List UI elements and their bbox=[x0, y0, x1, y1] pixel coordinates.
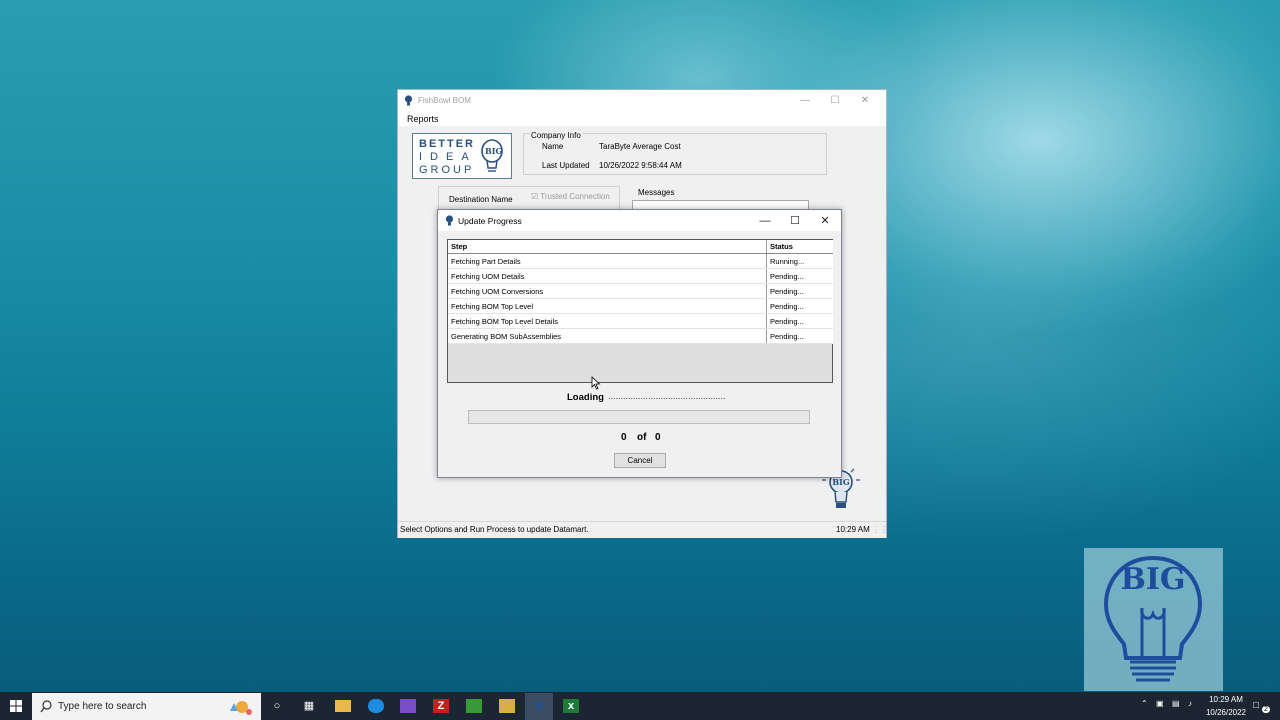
status-cell: Pending... bbox=[766, 313, 833, 329]
lightbulb-logo-icon bbox=[481, 139, 503, 172]
search-highlight-icon bbox=[230, 701, 252, 715]
notepad-icon[interactable] bbox=[466, 699, 482, 713]
visual-studio-icon[interactable] bbox=[400, 699, 416, 713]
resize-grip-icon[interactable]: ⋮⋮ bbox=[872, 525, 888, 534]
dialog-maximize-button[interactable]: ☐ bbox=[780, 212, 810, 230]
step-cell: Fetching Part Details bbox=[448, 253, 767, 269]
clock-date[interactable]: 10/26/2022 bbox=[1203, 708, 1249, 717]
mouse-cursor-icon bbox=[591, 376, 601, 390]
company-name-label: Name bbox=[542, 142, 564, 151]
battery-icon[interactable]: ▤ bbox=[1172, 699, 1180, 708]
dialog-title-bar[interactable]: Update Progress — ☐ ✕ bbox=[438, 210, 841, 231]
status-cell: Running... bbox=[766, 253, 833, 269]
volume-icon[interactable]: ♪ bbox=[1188, 699, 1192, 708]
excel-icon[interactable]: x bbox=[563, 699, 579, 713]
table-row[interactable]: Fetching BOM Top Level Details Pending... bbox=[448, 313, 833, 329]
fishbowl-bom-taskbar-button[interactable] bbox=[525, 693, 553, 720]
logo-line-2: IDEA bbox=[419, 151, 477, 163]
step-cell: Fetching BOM Top Level bbox=[448, 298, 767, 314]
table-row[interactable]: Fetching BOM Top Level Pending... bbox=[448, 298, 833, 314]
filezilla-icon[interactable]: Z bbox=[433, 699, 449, 713]
cortana-icon[interactable]: ○ bbox=[269, 699, 285, 713]
grid-header-row: Step Status bbox=[448, 240, 833, 254]
lightbulb-icon bbox=[404, 95, 413, 106]
menu-bar: Reports bbox=[398, 112, 886, 126]
logo-line-3: GROUP bbox=[419, 164, 475, 176]
status-cell: Pending... bbox=[766, 283, 833, 299]
count-current: 0 bbox=[621, 432, 627, 443]
count-total: 0 bbox=[655, 432, 661, 443]
loading-text: Loading bbox=[567, 392, 604, 403]
messages-label: Messages bbox=[638, 188, 675, 197]
dialog-title: Update Progress bbox=[458, 216, 522, 226]
column-header-step[interactable]: Step bbox=[448, 240, 767, 254]
windows-start-icon[interactable] bbox=[10, 700, 22, 712]
status-time: 10:29 AM bbox=[836, 525, 870, 534]
table-row[interactable]: Generating BOM SubAssemblies Pending... bbox=[448, 328, 833, 344]
main-window-title: FishBowl BOM bbox=[418, 96, 471, 105]
lightbulb-icon bbox=[445, 215, 454, 226]
table-row[interactable]: Fetching Part Details Running... bbox=[448, 253, 833, 269]
company-info-legend: Company Info bbox=[530, 131, 582, 140]
svg-text:BIG: BIG bbox=[832, 477, 850, 487]
table-row[interactable]: Fetching UOM Conversions Pending... bbox=[448, 283, 833, 299]
dialog-minimize-button[interactable]: — bbox=[750, 212, 780, 230]
status-text: Select Options and Run Process to update… bbox=[400, 525, 589, 534]
notification-center-icon[interactable]: □ bbox=[1253, 700, 1259, 711]
file-explorer-icon[interactable] bbox=[335, 700, 351, 712]
company-info-group: Company Info Name TaraByte Average Cost … bbox=[523, 131, 827, 175]
network-icon[interactable]: ▣ bbox=[1156, 699, 1164, 708]
status-cell: Pending... bbox=[766, 298, 833, 314]
notification-count-badge: 2 bbox=[1262, 706, 1270, 713]
big-watermark-text: BIG bbox=[1120, 562, 1186, 597]
better-idea-group-logo: BETTER IDEA GROUP BIG bbox=[412, 133, 512, 179]
lightbulb-icon bbox=[535, 700, 543, 712]
loading-dots: ........................................… bbox=[608, 391, 726, 401]
step-cell: Fetching UOM Conversions bbox=[448, 283, 767, 299]
status-bar: Select Options and Run Process to update… bbox=[398, 521, 888, 538]
big-watermark-logo: BIG bbox=[1084, 548, 1223, 691]
taskbar-search-box[interactable]: Type here to search bbox=[32, 693, 261, 720]
step-cell: Fetching UOM Details bbox=[448, 268, 767, 284]
maximize-button[interactable]: ☐ bbox=[820, 92, 850, 110]
menu-reports[interactable]: Reports bbox=[407, 114, 439, 124]
cancel-button[interactable]: Cancel bbox=[614, 453, 666, 468]
trusted-connection-label: Trusted Connection bbox=[540, 192, 610, 201]
logo-badge: BIG bbox=[485, 146, 503, 156]
count-of: of bbox=[637, 432, 647, 443]
step-cell: Fetching BOM Top Level Details bbox=[448, 313, 767, 329]
task-view-icon[interactable]: ▦ bbox=[301, 699, 317, 713]
logo-line-1: BETTER bbox=[419, 138, 475, 150]
progress-bar bbox=[468, 410, 810, 424]
company-name-value: TaraByte Average Cost bbox=[599, 142, 681, 151]
last-updated-label: Last Updated bbox=[542, 161, 590, 170]
main-title-bar[interactable]: FishBowl BOM — ☐ ✕ bbox=[398, 90, 886, 112]
destination-name-label: Destination Name bbox=[449, 195, 513, 204]
steps-grid[interactable]: Step Status Fetching Part Details Running… bbox=[447, 239, 833, 383]
search-placeholder: Type here to search bbox=[58, 701, 147, 712]
search-icon bbox=[40, 700, 52, 713]
clock-time[interactable]: 10:29 AM bbox=[1205, 695, 1247, 704]
column-header-status[interactable]: Status bbox=[766, 240, 833, 254]
edge-browser-icon[interactable] bbox=[368, 699, 384, 713]
step-cell: Generating BOM SubAssemblies bbox=[448, 328, 767, 344]
update-progress-dialog: Update Progress — ☐ ✕ Step Status Fetchi… bbox=[437, 209, 842, 478]
status-cell: Pending... bbox=[766, 328, 833, 344]
dialog-close-button[interactable]: ✕ bbox=[810, 212, 840, 230]
table-row[interactable]: Fetching UOM Details Pending... bbox=[448, 268, 833, 284]
fishbowl-icon[interactable] bbox=[499, 699, 515, 713]
show-hidden-icons-chevron-icon[interactable]: ⌃ bbox=[1141, 699, 1148, 708]
close-button[interactable]: ✕ bbox=[850, 92, 880, 110]
status-cell: Pending... bbox=[766, 268, 833, 284]
trusted-connection-checkbox[interactable]: ☑ Trusted Connection bbox=[531, 192, 610, 201]
minimize-button[interactable]: — bbox=[790, 92, 820, 110]
last-updated-value: 10/26/2022 9:58:44 AM bbox=[599, 161, 682, 170]
